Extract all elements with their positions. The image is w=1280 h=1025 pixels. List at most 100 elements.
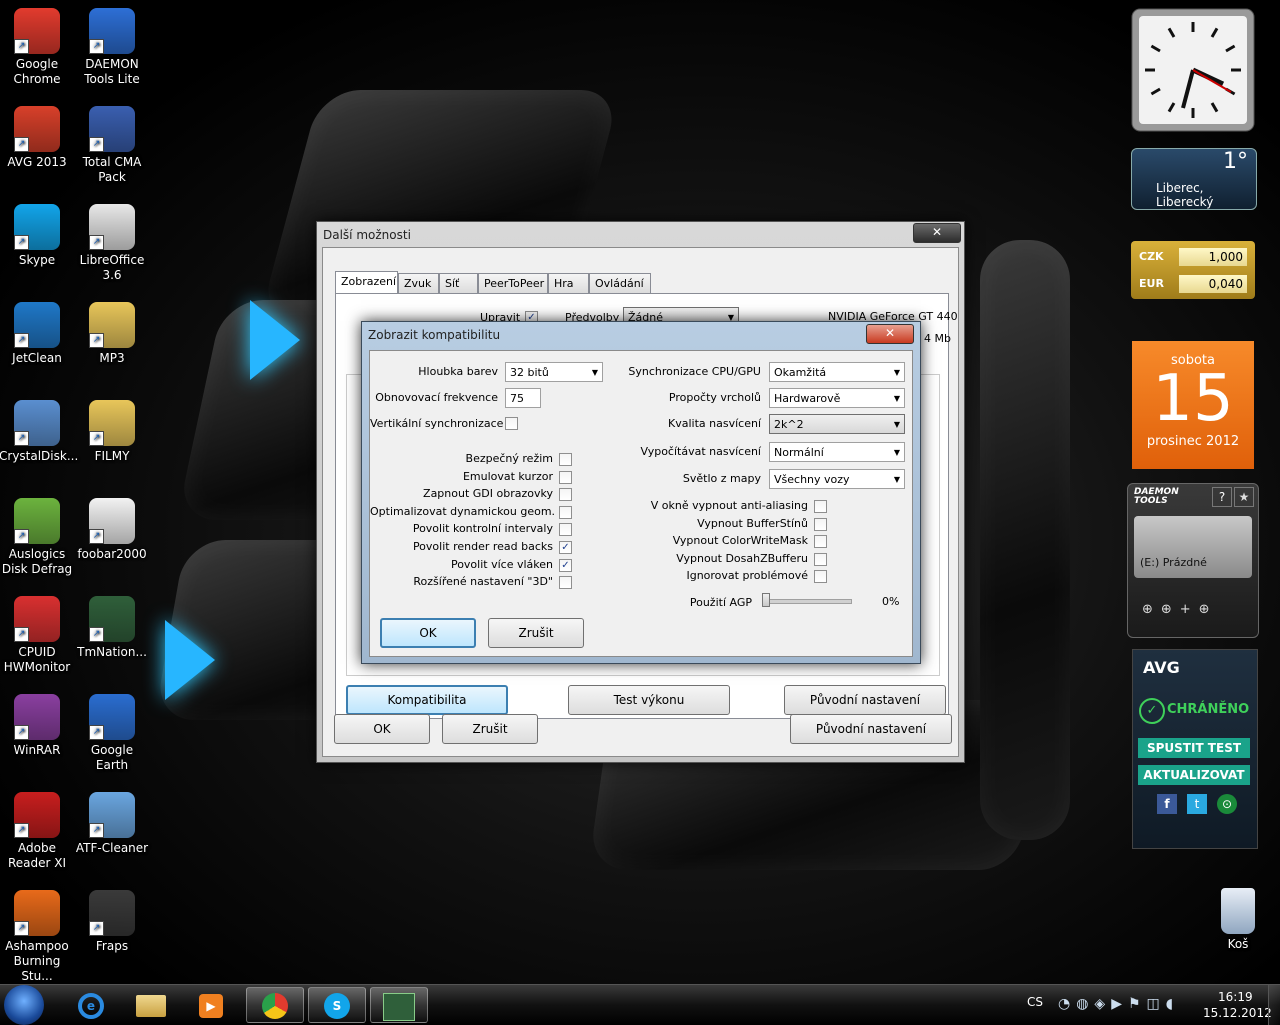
clock-time[interactable]: 16:19 [1218, 990, 1253, 1004]
desktop-icon[interactable]: ↗ FILMY [74, 400, 150, 464]
right-option-select[interactable]: Okamžitá ▼ [769, 362, 905, 382]
tab-hra[interactable]: Hra [548, 273, 589, 293]
desktop-icon-label: Total CMA [82, 155, 142, 169]
currency-gadget[interactable]: CZK 1,000 EUR 0,040 [1131, 241, 1255, 299]
agp-slider-thumb[interactable] [762, 593, 770, 607]
help-button[interactable]: ? [1212, 487, 1232, 507]
recycle-bin-label: Koš [1227, 937, 1249, 951]
right-check-checkbox[interactable] [814, 517, 827, 531]
desktop-icon[interactable]: ↗ Skype [0, 204, 75, 268]
recycle-bin[interactable]: Koš [1200, 888, 1276, 952]
show-desktop-button[interactable] [1268, 985, 1280, 1025]
cancel-button[interactable]: Zrušit [442, 714, 538, 744]
tab-sit[interactable]: Síť [439, 273, 478, 293]
desktop-icon[interactable]: ↗ Google Chrome [0, 8, 75, 87]
desktop-icon[interactable]: ↗ AVG 2013 [0, 106, 75, 170]
currency-code[interactable]: CZK [1139, 250, 1164, 263]
options-tabbar: Zobrazení Zvuk Síť PeerToPeer Hra Ovládá… [335, 271, 735, 293]
desktop-icon[interactable]: ↗ TmNation... [74, 596, 150, 660]
calendar-gadget[interactable]: sobota 15 prosinec 2012 [1132, 341, 1254, 469]
compat-ok-button[interactable]: OK [380, 618, 476, 648]
facebook-icon[interactable]: f [1157, 794, 1177, 814]
left-option-checkbox[interactable] [559, 470, 572, 484]
right-check-checkbox[interactable] [814, 535, 827, 549]
left-option-checkbox[interactable] [559, 576, 572, 590]
desktop-icon[interactable]: ↗ Ashampoo Burning Stu... [0, 890, 75, 984]
desktop-icon-label: 3.6 [102, 268, 122, 282]
settings-icon[interactable]: ★ [1234, 487, 1254, 507]
left-option-checkbox[interactable]: ✓ [559, 558, 572, 572]
avg-update-button[interactable]: AKTUALIZOVAT [1138, 765, 1250, 785]
right-check-checkbox[interactable] [814, 500, 827, 513]
clock-date[interactable]: 15.12.2012 [1203, 1006, 1272, 1020]
tmnations-taskbar-button[interactable] [370, 987, 428, 1023]
desktop-icon-label: foobar2000 [77, 547, 147, 561]
tab-zobrazeni[interactable]: Zobrazení [335, 271, 398, 293]
default-settings-button[interactable]: Původní nastavení [790, 714, 952, 744]
right-option-select[interactable]: Všechny vozy ▼ [769, 469, 905, 489]
desktop-icon[interactable]: ↗ Total CMA Pack [74, 106, 150, 185]
start-button[interactable] [4, 985, 44, 1025]
vsync-checkbox[interactable] [505, 417, 518, 430]
color-depth-select[interactable]: 32 bitů ▼ [505, 362, 603, 382]
shortcut-arrow-icon: ↗ [89, 235, 104, 250]
options-close-button[interactable]: ✕ [913, 223, 961, 243]
tray-icons[interactable]: ◔◍◈▶⚑◫◖ [1058, 996, 1179, 1012]
desktop-icon[interactable]: ↗ CrystalDisk... [0, 400, 78, 464]
performance-test-button[interactable]: Test výkonu [568, 685, 730, 715]
avg-scan-button[interactable]: SPUSTIT TEST [1138, 738, 1250, 758]
chrome-taskbar-button[interactable] [246, 987, 304, 1023]
refresh-rate-input[interactable]: 75 [505, 388, 541, 408]
desktop-icon[interactable]: ↗ MP3 [74, 302, 150, 366]
taskbar: e ▶ S CS ◔◍◈▶⚑◫◖ 16:19 15.12.2012 [0, 984, 1280, 1025]
left-option-checkbox[interactable] [559, 488, 572, 502]
avg-gadget[interactable]: AVG ✓ CHRÁNĚNO SPUSTIT TEST AKTUALIZOVAT… [1132, 649, 1258, 849]
daemon-tools-gadget[interactable]: DAEMON TOOLS ? ★ (E:) Prázdné ⊕⊕+⊕ [1127, 483, 1259, 638]
right-option-select[interactable]: Normální ▼ [769, 442, 905, 462]
right-option-select[interactable]: 2k^2 ▼ [769, 414, 905, 434]
compat-close-button[interactable]: ✕ [866, 324, 914, 344]
left-option-checkbox[interactable]: ✓ [559, 541, 572, 554]
compatibility-button[interactable]: Kompatibilita [346, 685, 508, 715]
twitter-icon[interactable]: t [1187, 794, 1207, 814]
compat-cancel-button[interactable]: Zrušit [488, 618, 584, 648]
right-option-select[interactable]: Hardwarově ▼ [769, 388, 905, 408]
tab-ovladani[interactable]: Ovládání [589, 273, 651, 293]
tab-peertopeer[interactable]: PeerToPeer [478, 273, 548, 293]
language-indicator[interactable]: CS [1027, 995, 1043, 1009]
compat-dialog-titlebar[interactable]: Zobrazit kompatibilitu [362, 322, 920, 348]
left-option-checkbox[interactable] [559, 453, 572, 466]
media-player-icon[interactable]: ▶ [182, 987, 240, 1023]
agp-slider-track[interactable] [762, 599, 852, 604]
right-check-checkbox[interactable] [814, 570, 827, 584]
ashampoo-icon: ↗ [14, 890, 60, 936]
inner-default-settings-button[interactable]: Původní nastavení [784, 685, 946, 715]
options-window-titlebar[interactable]: Další možnosti [317, 222, 964, 248]
daemon-toolbar[interactable]: ⊕⊕+⊕ [1142, 602, 1242, 622]
desktop-icon[interactable]: ↗ WinRAR [0, 694, 75, 758]
left-option-checkbox[interactable] [559, 523, 572, 537]
desktop-icon[interactable]: ↗ CPUID HWMonitor [0, 596, 75, 675]
desktop-icon[interactable]: ↗ ATF-Cleaner [74, 792, 150, 856]
desktop-icon[interactable]: ↗ foobar2000 [74, 498, 150, 562]
desktop-icon[interactable]: ↗ DAEMON Tools Lite [74, 8, 150, 87]
skype-taskbar-button[interactable]: S [308, 987, 366, 1023]
tab-zvuk[interactable]: Zvuk [398, 273, 439, 293]
internet-explorer-icon[interactable]: e [62, 987, 120, 1023]
desktop-icon[interactable]: ↗ Adobe Reader XI [0, 792, 75, 871]
right-check-checkbox[interactable] [814, 552, 827, 566]
desktop-icon[interactable]: ↗ JetClean [0, 302, 75, 366]
currency-code[interactable]: EUR [1139, 277, 1164, 290]
desktop-icon[interactable]: ↗ Auslogics Disk Defrag [0, 498, 75, 577]
ok-button[interactable]: OK [334, 714, 430, 744]
desktop-icon[interactable]: ↗ Google Earth [74, 694, 150, 773]
weather-gadget[interactable]: 1° Liberec, Liberecký [1131, 148, 1257, 210]
desktop-icon[interactable]: ↗ Fraps [74, 890, 150, 954]
left-option-checkbox[interactable] [559, 505, 572, 519]
explorer-icon[interactable] [122, 987, 180, 1023]
avg-web-icon[interactable]: ⊙ [1217, 794, 1237, 814]
clock-gadget[interactable] [1131, 8, 1255, 132]
desktop-icon-label: Skype [18, 253, 56, 267]
desktop-icon[interactable]: ↗ LibreOffice 3.6 [74, 204, 150, 283]
left-option-label: Povolit více vláken [450, 557, 553, 571]
